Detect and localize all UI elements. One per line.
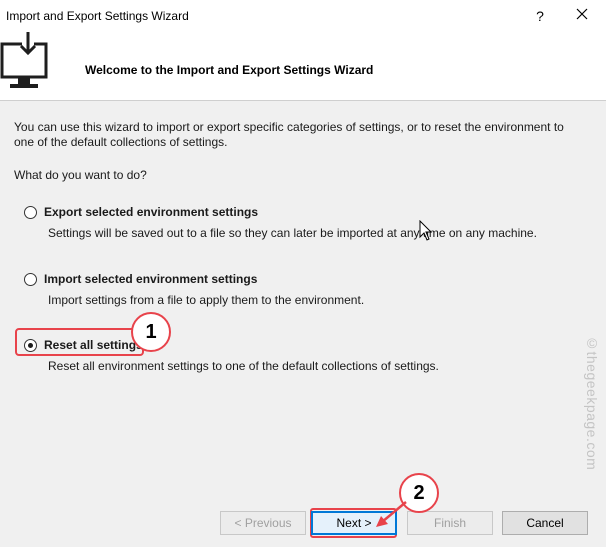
import-option-description: Import settings from a file to apply the… <box>48 293 365 307</box>
wizard-header: Welcome to the Import and Export Setting… <box>0 32 606 100</box>
export-option-label[interactable]: Export selected environment settings <box>44 205 258 219</box>
annotation-arrow-icon <box>376 501 407 527</box>
cancel-button[interactable]: Cancel <box>502 511 588 535</box>
watermark: ©thegeekpage.com <box>584 335 600 471</box>
wizard-footer: < Previous Next > Finish Cancel <box>0 494 606 547</box>
step-1-badge: 1 <box>131 312 171 352</box>
close-icon <box>576 8 588 20</box>
reset-highlight-box <box>15 328 144 356</box>
previous-button[interactable]: < Previous <box>220 511 306 535</box>
help-button[interactable]: ? <box>530 6 550 26</box>
import-radio[interactable] <box>24 273 37 286</box>
window-title: Import and Export Settings Wizard <box>6 9 189 23</box>
intro-text: You can use this wizard to import or exp… <box>14 120 564 149</box>
export-radio[interactable] <box>24 206 37 219</box>
close-button[interactable] <box>570 6 594 26</box>
page-title: Welcome to the Import and Export Setting… <box>85 63 374 77</box>
reset-option-description: Reset all environment settings to one of… <box>48 359 439 373</box>
finish-button[interactable]: Finish <box>407 511 493 535</box>
export-option-description: Settings will be saved out to a file so … <box>48 226 537 240</box>
question-label: What do you want to do? <box>14 168 147 182</box>
mouse-cursor-icon <box>419 220 433 241</box>
monitor-download-icon <box>0 32 48 92</box>
wizard-content: You can use this wizard to import or exp… <box>0 101 606 494</box>
import-option-label[interactable]: Import selected environment settings <box>44 272 257 286</box>
title-bar: Import and Export Settings Wizard ? <box>0 0 606 32</box>
